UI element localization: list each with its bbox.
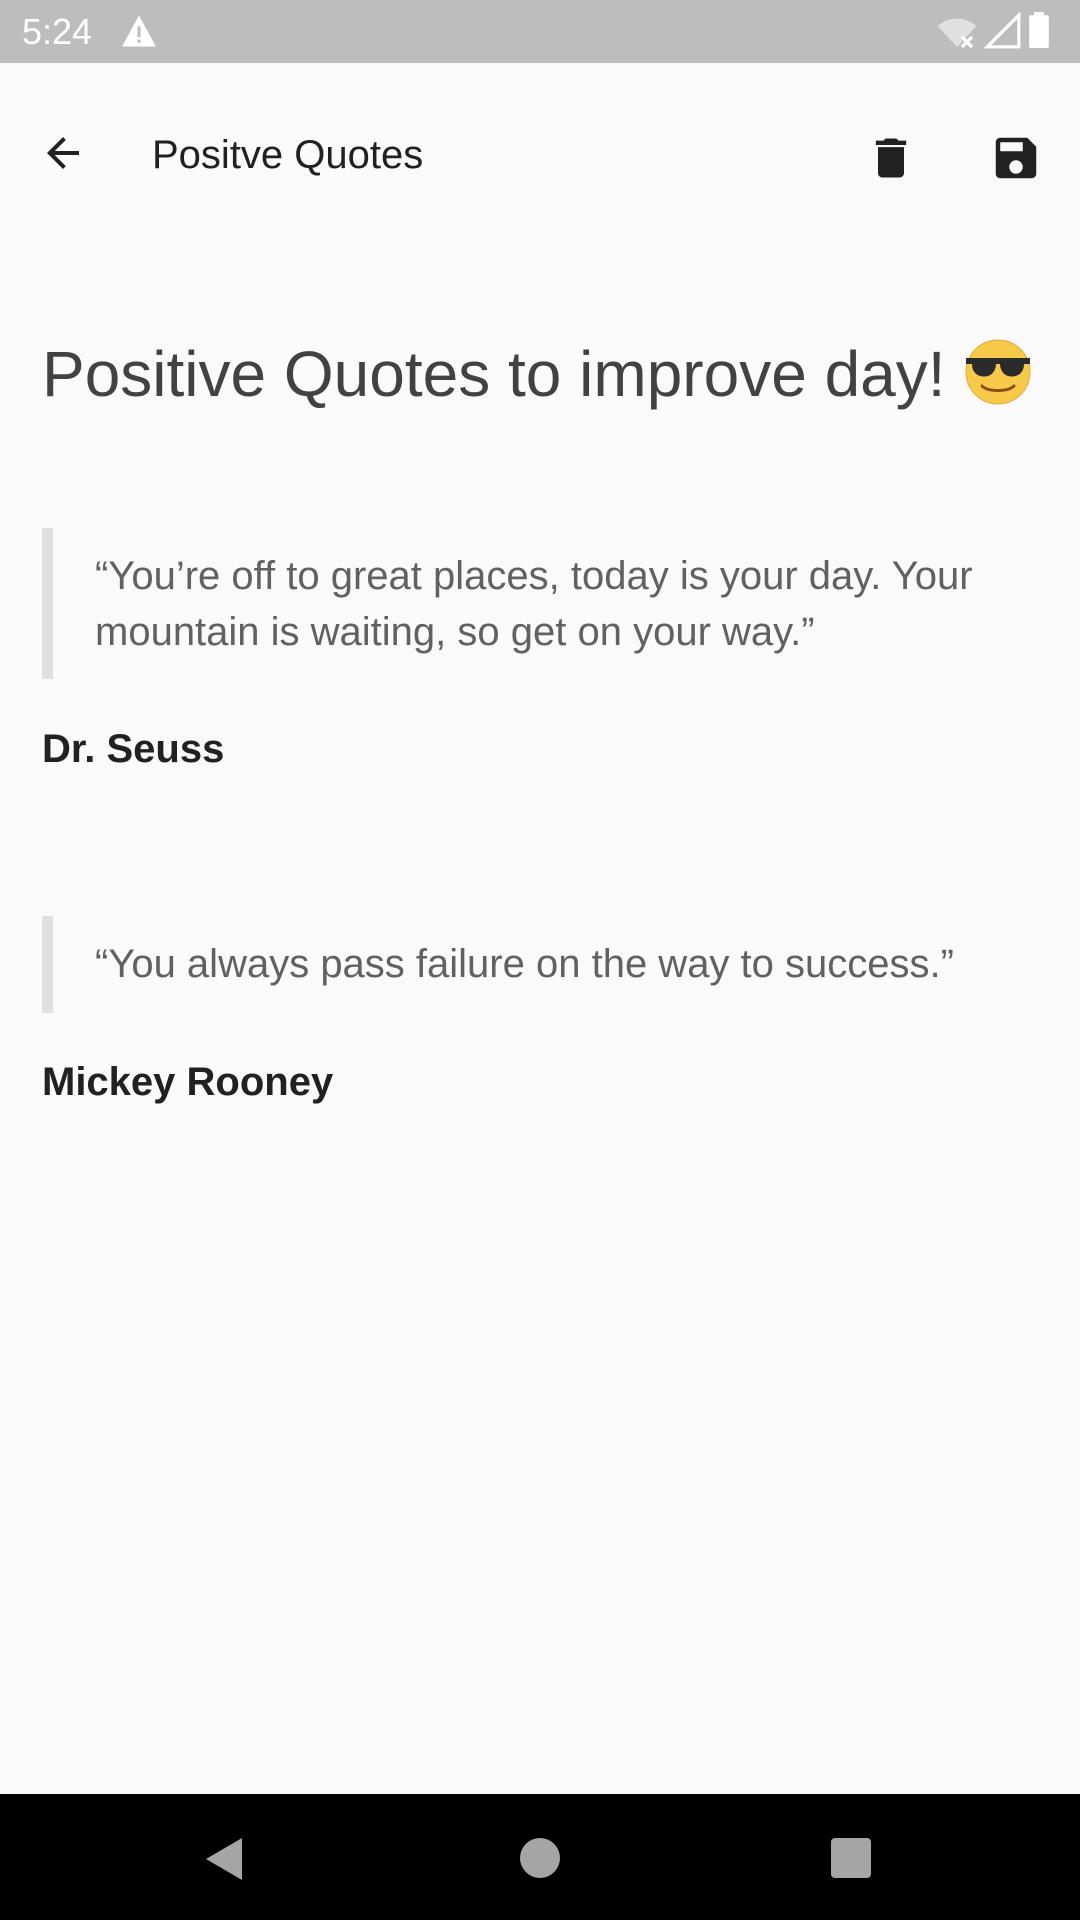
arrow-back-icon [47,137,79,169]
save-icon [995,137,1037,179]
quote-text: “You always pass failure on the way to s… [95,942,954,986]
app-title: Positve Quotes [152,133,424,177]
smiling-face-with-sunglasses-icon [965,339,1031,405]
battery-icon [1029,12,1049,48]
nav-back-icon[interactable] [204,1836,244,1882]
wifi-off-icon [937,18,977,49]
nav-home-icon[interactable] [520,1838,560,1878]
navigation-bar [0,1794,1080,1920]
quote-block: “You always pass failure on the way to s… [42,916,1042,1013]
quote-text: “You’re off to great places, today is yo… [95,554,973,654]
heading-text: Positive Quotes to improve day! [42,338,946,410]
quote-author: Mickey Rooney [42,1060,334,1104]
warning-icon [122,15,156,47]
delete-button[interactable] [858,125,924,191]
cell-signal-icon [984,12,1021,49]
status-time: 5:24 [22,11,93,52]
quote-block: “You’re off to great places, today is yo… [42,528,1042,679]
nav-recents-icon[interactable] [831,1838,871,1878]
page-heading: Positive Quotes to improve day! [42,334,1034,412]
save-button[interactable] [983,125,1049,191]
status-bar: 5:24 [0,0,1080,63]
app-bar: Positve Quotes [0,63,1080,250]
back-button[interactable] [30,120,96,186]
trash-icon [875,138,907,178]
quote-author: Dr. Seuss [42,727,225,771]
